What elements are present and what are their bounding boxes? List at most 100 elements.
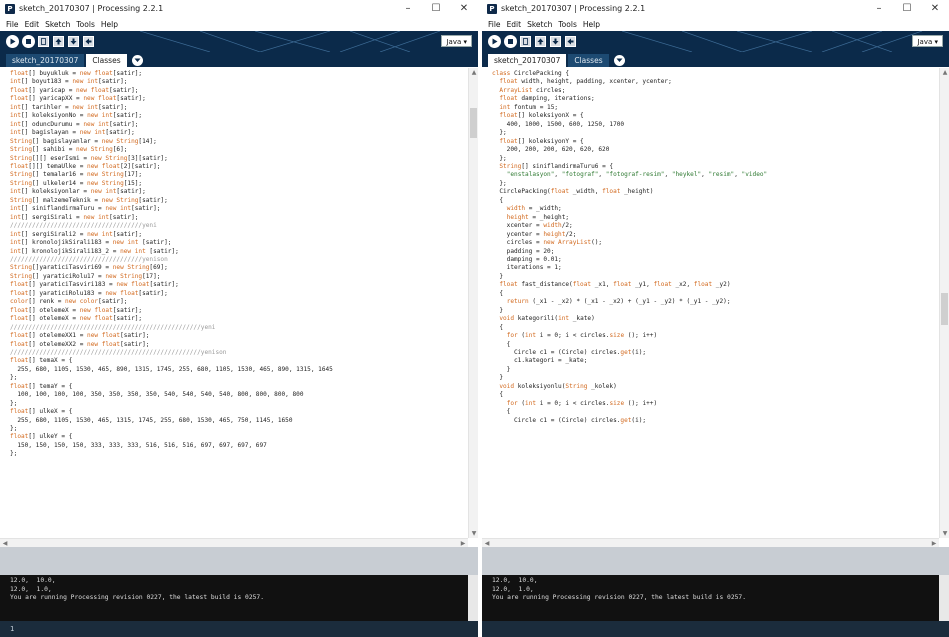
code-editor[interactable]: class CirclePacking { float width, heigh… <box>482 68 949 547</box>
code-token: new int <box>83 120 110 128</box>
open-button[interactable] <box>53 36 64 47</box>
processing-window-right: P sketch_20170307 | Processing 2.2.1 – ☐… <box>482 0 949 637</box>
tab-sketch[interactable]: sketch_20170307 <box>6 54 85 67</box>
code-token: [14]; <box>138 137 157 145</box>
scroll-down-icon[interactable]: ▼ <box>469 530 478 537</box>
code-token: [] sergiSirali2 = <box>21 230 88 238</box>
save-button[interactable] <box>68 36 79 47</box>
tab-menu-button[interactable] <box>131 55 143 66</box>
tab-classes[interactable]: Classes <box>86 54 127 67</box>
mode-selector[interactable]: Java ▾ <box>912 35 943 47</box>
menu-help[interactable]: Help <box>101 20 118 29</box>
code-line: String[][] eserIsmi = new String[3][sati… <box>10 155 468 163</box>
menu-sketch[interactable]: Sketch <box>45 20 70 29</box>
menu-sketch[interactable]: Sketch <box>527 20 552 29</box>
code-line: String[] sahibi = new String[6]; <box>10 146 468 154</box>
menu-tools[interactable]: Tools <box>558 20 576 29</box>
new-file-icon <box>41 38 46 45</box>
code-line: float[] temaX = { <box>10 357 468 365</box>
scrollbar-thumb[interactable] <box>941 293 948 325</box>
code-token: [15]; <box>123 179 143 187</box>
code-token: height <box>543 230 566 238</box>
save-button[interactable] <box>550 36 561 47</box>
code-token: new int <box>87 230 113 238</box>
menu-file[interactable]: File <box>6 20 19 29</box>
console-line: 12.0, 1.0, <box>10 585 52 593</box>
code-token: int <box>10 129 22 137</box>
stop-button[interactable] <box>504 35 517 48</box>
code-line: } <box>492 374 939 382</box>
scroll-down-icon[interactable]: ▼ <box>940 530 949 537</box>
new-button[interactable] <box>520 36 531 47</box>
console[interactable]: 12.0, 10.0, 12.0, 1.0, You are running P… <box>0 575 478 621</box>
code-token: = _height; <box>528 213 570 221</box>
scroll-left-icon[interactable]: ◀ <box>0 540 10 547</box>
vertical-scrollbar[interactable]: ▲ ▼ <box>939 68 949 538</box>
minimize-icon[interactable]: – <box>394 0 422 17</box>
scroll-up-icon[interactable]: ▲ <box>469 69 478 76</box>
code-line: float[] yaricapXX = new float[satir]; <box>10 95 468 103</box>
code-token: new String <box>87 179 124 187</box>
code-token: koleksiyonlu( <box>514 382 566 390</box>
open-button[interactable] <box>535 36 546 47</box>
tab-menu-button[interactable] <box>613 55 625 66</box>
menu-edit[interactable]: Edit <box>25 20 40 29</box>
code-token: [] yaricapXX = <box>28 95 84 103</box>
scroll-right-icon[interactable]: ▶ <box>929 540 939 547</box>
maximize-icon[interactable]: ☐ <box>893 0 921 17</box>
console-scrollbar[interactable] <box>939 575 949 621</box>
horizontal-scrollbar[interactable]: ◀ ▶ <box>0 538 468 547</box>
menu-edit[interactable]: Edit <box>507 20 522 29</box>
close-icon[interactable]: ✕ <box>921 0 949 17</box>
code-line: height = _height; <box>492 214 939 222</box>
scrollbar-thumb[interactable] <box>470 108 477 138</box>
code-token: [] otelemeX = <box>28 306 80 314</box>
code-text[interactable]: class CirclePacking { float width, heigh… <box>482 68 939 538</box>
export-button[interactable] <box>83 36 94 47</box>
code-line: return (_x1 - _x2) * (_x1 - _x2) + (_y1 … <box>492 298 939 306</box>
code-token: }; <box>10 374 18 382</box>
code-token: new int <box>87 112 113 120</box>
tab-classes[interactable]: Classes <box>568 54 609 67</box>
code-token: for <box>506 399 518 407</box>
menu-help[interactable]: Help <box>583 20 600 29</box>
maximize-icon[interactable]: ☐ <box>422 0 450 17</box>
run-button[interactable] <box>6 35 19 48</box>
code-token: "heykel" <box>671 171 702 179</box>
scroll-right-icon[interactable]: ▶ <box>458 540 468 547</box>
code-token: float <box>10 162 29 170</box>
scroll-left-icon[interactable]: ◀ <box>482 540 492 547</box>
menu-tools[interactable]: Tools <box>76 20 94 29</box>
processing-window-left: P sketch_20170307 | Processing 2.2.1 – ☐… <box>0 0 478 637</box>
mode-selector[interactable]: Java ▾ <box>441 35 472 47</box>
menu-file[interactable]: File <box>488 20 501 29</box>
close-icon[interactable]: ✕ <box>450 0 478 17</box>
stop-icon <box>508 39 513 44</box>
horizontal-scrollbar[interactable]: ◀ ▶ <box>482 538 939 547</box>
console-scrollbar[interactable] <box>468 575 478 621</box>
code-token: float <box>10 340 29 348</box>
code-token: c1.kategori = _kate; <box>492 357 588 365</box>
code-editor[interactable]: float[] buyukluk = new float[satir]; int[… <box>0 68 478 547</box>
code-token: class <box>492 70 511 77</box>
minimize-icon[interactable]: – <box>865 0 893 17</box>
code-line: ArrayList circles; <box>492 87 939 95</box>
code-token: [] kronolojikSirali183_2 = <box>21 247 121 255</box>
code-line: } <box>492 307 939 315</box>
code-line: color[] renk = new color[satir]; <box>10 298 468 306</box>
code-token: _x2, <box>671 281 694 289</box>
stop-button[interactable] <box>22 35 35 48</box>
code-text[interactable]: float[] buyukluk = new float[satir]; int[… <box>0 68 468 538</box>
export-button[interactable] <box>565 36 576 47</box>
console[interactable]: 12.0, 10.0, 12.0, 1.0, You are running P… <box>482 575 949 621</box>
scroll-up-icon[interactable]: ▲ <box>940 69 949 76</box>
code-token: [satir]; <box>138 196 168 204</box>
run-button[interactable] <box>488 35 501 48</box>
tab-sketch[interactable]: sketch_20170307 <box>488 54 567 67</box>
code-token: [satir]; <box>105 129 135 137</box>
code-token: [] yaraticiTasviri183 = <box>28 281 117 289</box>
vertical-scrollbar[interactable]: ▲ ▼ <box>468 68 478 538</box>
new-button[interactable] <box>38 36 49 47</box>
code-token: [] sergiSirali = <box>21 213 84 221</box>
